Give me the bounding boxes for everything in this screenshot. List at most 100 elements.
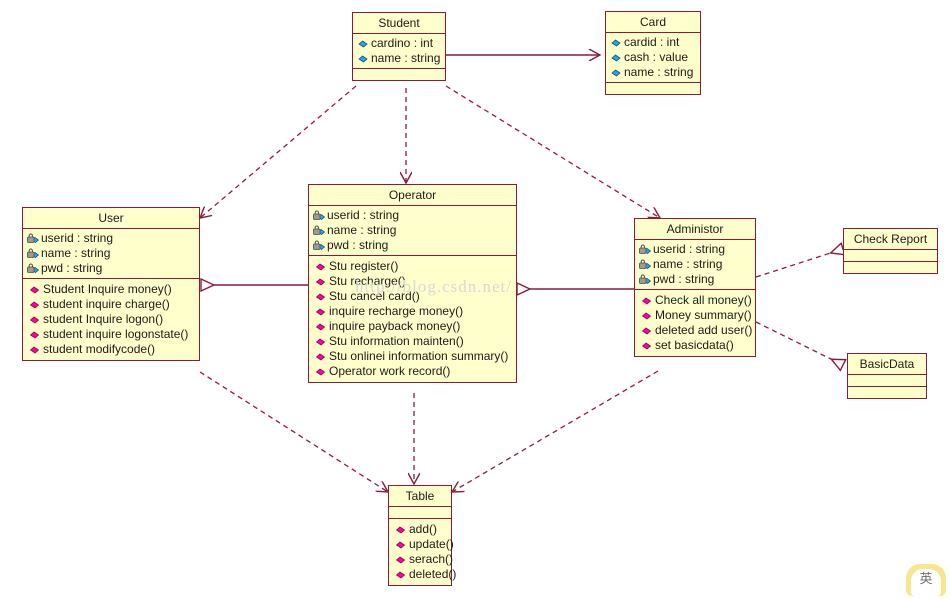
operation-row: Operator work record() (314, 364, 514, 379)
class-operations-basicdata (848, 387, 926, 398)
uml-class-administor[interactable]: Administor userid : string name: string… (634, 218, 756, 357)
operation-icon (314, 260, 328, 274)
watermark-text: http://blog.csdn.net/ (355, 277, 512, 296)
operation-row: add() (394, 522, 449, 537)
uml-class-basicdata[interactable]: BasicData (847, 353, 927, 399)
corner-badge: 英 (906, 564, 946, 596)
attribute-row: name : string (312, 223, 514, 238)
class-attributes-operator: userid : string name : string pwd: stri… (309, 206, 516, 256)
operation-label: Operator work record() (329, 364, 451, 378)
operation-label: student inquire logonstate() (43, 327, 189, 341)
operation-icon (394, 523, 408, 537)
operation-icon (640, 324, 654, 338)
class-title-student: Student (353, 13, 445, 34)
attribute-row: userid : string (312, 208, 514, 223)
class-title-check-report: Check Report (844, 229, 937, 250)
operation-label: add() (409, 522, 438, 536)
operation-icon (314, 275, 328, 289)
edge-user-table (199, 371, 388, 492)
attribute-label: userid : string (41, 231, 114, 245)
attribute-row: userid : string (26, 231, 197, 246)
operation-row: set basicdata() (640, 338, 753, 353)
uml-class-table[interactable]: Table add() update() serach() deleted() (388, 485, 456, 586)
attribute-label: name : string (327, 223, 397, 237)
operation-icon (314, 350, 328, 364)
operation-label: inquire payback money() (329, 319, 461, 333)
attribute-row: pwd : string (26, 261, 197, 276)
attribute-row: cardino : int (356, 36, 443, 51)
class-title-administor: Administor (635, 219, 755, 240)
class-attributes-administor: userid : string name : string pwd: stri… (635, 240, 755, 290)
operation-icon (640, 309, 654, 323)
attribute-label: name : string (624, 65, 694, 79)
operation-label: inquire recharge money() (329, 304, 464, 318)
operation-icon (28, 328, 42, 342)
operation-row: inquire recharge money() (314, 304, 514, 319)
operation-icon (314, 320, 328, 334)
attribute-row: name : string (609, 65, 698, 80)
attribute-row: pwd : string (312, 238, 514, 253)
operation-row: Stu register() (314, 259, 514, 274)
class-title-operator: Operator (309, 185, 516, 206)
uml-class-student[interactable]: Student cardino : int name : string (352, 12, 446, 81)
operation-row: inquire payback money() (314, 319, 514, 334)
attribute-row: userid : string (638, 242, 753, 257)
attribute-label: name : string (653, 257, 723, 271)
public-attribute-icon (609, 66, 623, 80)
operation-row: student inquire logonstate() (28, 327, 197, 342)
operation-icon (314, 335, 328, 349)
attribute-row: pwd : string (638, 272, 753, 287)
operation-row: Check all money() (640, 293, 753, 308)
operation-icon (394, 553, 408, 567)
attribute-label: userid : string (327, 208, 400, 222)
class-title-table: Table (389, 486, 451, 507)
operation-icon (394, 568, 408, 582)
operation-label: serach() (409, 552, 454, 566)
operation-label: Student Inquire money() (43, 282, 172, 296)
attribute-label: cardid : int (624, 35, 680, 49)
attribute-row: cash : value (609, 50, 698, 65)
operation-row: student modifycode() (28, 342, 197, 357)
operation-icon (28, 283, 42, 297)
operation-icon (28, 343, 42, 357)
class-operations-card (606, 83, 700, 94)
class-operations-operator: Stu register() Stu recharge() Stu cancel… (309, 256, 516, 382)
corner-badge-glyph: 英 (919, 572, 933, 587)
operation-label: update() (409, 537, 454, 551)
public-attribute-icon (356, 37, 370, 51)
class-operations-user: Student Inquire money() student inquire … (23, 279, 199, 360)
class-attributes-card: cardid : int cash : value name : string (606, 33, 700, 83)
attribute-row: cardid : int (609, 35, 698, 50)
uml-diagram-canvas: Student cardino : int name : string Card (0, 0, 950, 599)
operation-row: Student Inquire money() (28, 282, 197, 297)
private-attribute-icon (312, 224, 326, 238)
class-operations-student (353, 69, 445, 80)
operation-label: set basicdata() (655, 338, 734, 352)
class-attributes-student: cardino : int name : string (353, 34, 445, 69)
attribute-label: cash : value (624, 50, 689, 64)
uml-class-user[interactable]: User userid : string name: string pwd:… (22, 207, 200, 361)
attribute-label: pwd : string (327, 238, 389, 252)
operation-label: Stu onlinei information summary() (329, 349, 509, 363)
uml-class-check-report[interactable]: Check Report (843, 228, 938, 274)
operation-label: student Inquire logon() (43, 312, 164, 326)
operation-row: Money summary() (640, 308, 753, 323)
operation-label: deleted add user() (655, 323, 753, 337)
private-attribute-icon (638, 273, 652, 287)
private-attribute-icon (638, 258, 652, 272)
operation-label: deleted() (409, 567, 457, 581)
uml-class-card[interactable]: Card cardid : int cash : value name : st… (605, 11, 701, 95)
attribute-label: name : string (41, 246, 111, 260)
public-attribute-icon (609, 51, 623, 65)
operation-row: student Inquire logon() (28, 312, 197, 327)
operation-label: Stu register() (329, 259, 399, 273)
public-attribute-icon (609, 36, 623, 50)
attribute-label: name : string (371, 51, 441, 65)
attribute-label: cardino : int (371, 36, 434, 50)
private-attribute-icon (26, 262, 40, 276)
operation-label: Money summary() (655, 308, 752, 322)
public-attribute-icon (356, 52, 370, 66)
operation-label: Stu information mainten() (329, 334, 464, 348)
class-operations-table: add() update() serach() deleted() (389, 519, 456, 585)
attribute-label: userid : string (653, 242, 726, 256)
